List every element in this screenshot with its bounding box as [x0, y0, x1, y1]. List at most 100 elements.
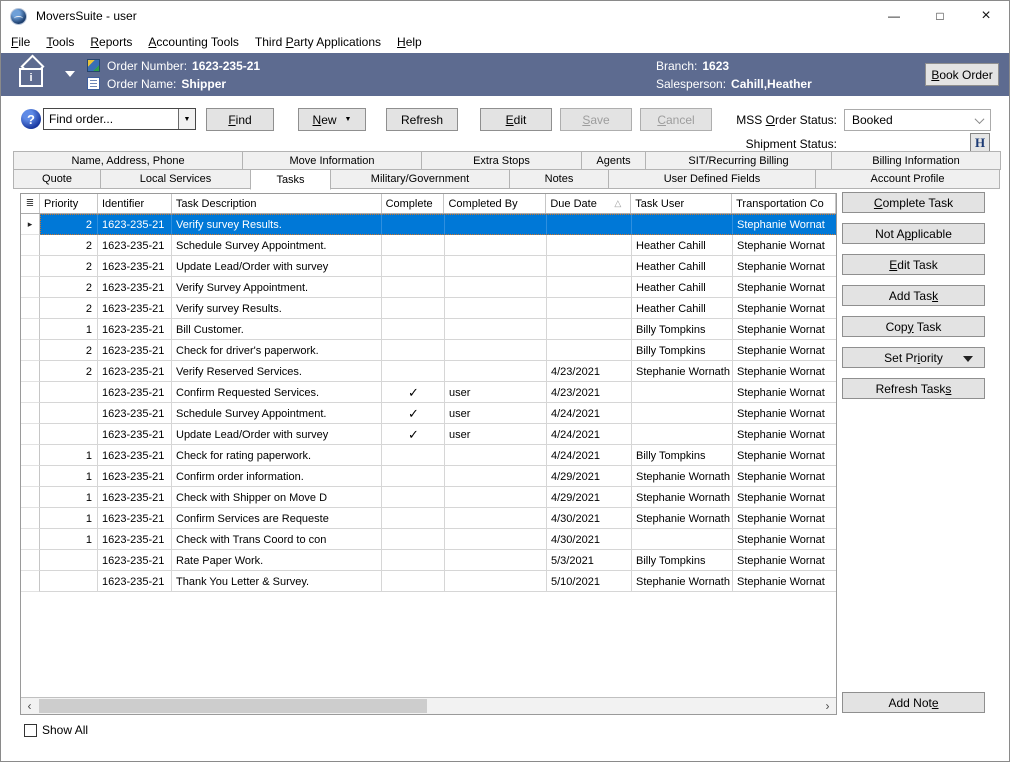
cell-completed-by[interactable]	[445, 466, 547, 487]
cell-task-user[interactable]	[632, 382, 733, 403]
column-header-due-date[interactable]: Due Date△	[546, 194, 631, 213]
cell-completed-by[interactable]	[445, 361, 547, 382]
maximize-button[interactable]: □	[917, 1, 963, 31]
cell-due-date[interactable]	[547, 298, 632, 319]
row-selector[interactable]	[21, 403, 40, 424]
cell-description[interactable]: Confirm Services are Requeste	[172, 508, 382, 529]
cell-task-user[interactable]	[632, 424, 733, 445]
cell-priority[interactable]	[40, 550, 98, 571]
cell-completed-by[interactable]	[445, 340, 547, 361]
cell-completed-by[interactable]	[445, 445, 547, 466]
cell-priority[interactable]: 2	[40, 235, 98, 256]
cell-description[interactable]: Update Lead/Order with survey	[172, 424, 382, 445]
menu-file[interactable]: File	[3, 32, 38, 52]
cell-completed-by[interactable]	[445, 277, 547, 298]
cell-completed-by[interactable]	[445, 487, 547, 508]
table-row[interactable]: 21623-235-21Check for driver's paperwork…	[21, 340, 836, 361]
set-priority-dropdown-icon[interactable]	[963, 356, 973, 362]
tab-notes[interactable]: Notes	[509, 169, 609, 189]
new-button[interactable]: New ▼	[298, 108, 366, 131]
cell-transportation[interactable]: Stephanie Wornat	[733, 445, 837, 466]
cell-description[interactable]: Confirm order information.	[172, 466, 382, 487]
cell-task-user[interactable]: Stephanie Wornath	[632, 508, 733, 529]
cell-description[interactable]: Schedule Survey Appointment.	[172, 403, 382, 424]
tab-name-address-phone[interactable]: Name, Address, Phone	[13, 151, 243, 170]
cell-task-user[interactable]: Heather Cahill	[632, 277, 733, 298]
add-note-button[interactable]: Add Note	[842, 692, 985, 713]
row-selector[interactable]	[21, 529, 40, 550]
cell-identifier[interactable]: 1623-235-21	[98, 424, 172, 445]
cell-task-user[interactable]: Billy Tompkins	[632, 319, 733, 340]
cell-due-date[interactable]	[547, 319, 632, 340]
not-applicable-button[interactable]: Not Applicable	[842, 223, 985, 244]
cell-identifier[interactable]: 1623-235-21	[98, 277, 172, 298]
column-header-complete[interactable]: Complete	[382, 194, 445, 213]
cell-description[interactable]: Verify Survey Appointment.	[172, 277, 382, 298]
cell-description[interactable]: Verify survey Results.	[172, 298, 382, 319]
cell-transportation[interactable]: Stephanie Wornat	[733, 571, 837, 592]
row-selector[interactable]	[21, 550, 40, 571]
table-row[interactable]: 1623-235-21Schedule Survey Appointment.✓…	[21, 403, 836, 424]
cell-task-user[interactable]: Billy Tompkins	[632, 445, 733, 466]
cell-completed-by[interactable]	[445, 235, 547, 256]
cell-complete[interactable]	[382, 550, 445, 571]
column-header-completed-by[interactable]: Completed By	[444, 194, 546, 213]
cell-priority[interactable]: 1	[40, 466, 98, 487]
column-header-identifier[interactable]: Identifier	[98, 194, 172, 213]
set-priority-button[interactable]: Set Priority	[842, 347, 985, 368]
row-selector[interactable]	[21, 298, 40, 319]
row-selector[interactable]	[21, 256, 40, 277]
cell-due-date[interactable]: 4/29/2021	[547, 466, 632, 487]
cell-due-date[interactable]	[547, 235, 632, 256]
scroll-left-icon[interactable]: ‹	[21, 698, 38, 714]
cell-due-date[interactable]: 4/24/2021	[547, 403, 632, 424]
row-selector[interactable]	[21, 445, 40, 466]
column-header-task-description[interactable]: Task Description	[172, 194, 382, 213]
column-header-priority[interactable]: Priority	[40, 194, 98, 213]
cell-transportation[interactable]: Stephanie Wornat	[733, 361, 837, 382]
tab-user-defined-fields[interactable]: User Defined Fields	[608, 169, 816, 189]
close-button[interactable]: ×	[963, 1, 1009, 31]
cell-description[interactable]: Schedule Survey Appointment.	[172, 235, 382, 256]
cell-identifier[interactable]: 1623-235-21	[98, 550, 172, 571]
cell-completed-by[interactable]	[445, 529, 547, 550]
complete-task-button[interactable]: Complete Task	[842, 192, 985, 213]
cell-complete[interactable]	[382, 256, 445, 277]
cell-task-user[interactable]: Stephanie Wornath	[632, 361, 733, 382]
cell-transportation[interactable]: Stephanie Wornat	[733, 256, 837, 277]
tab-quote[interactable]: Quote	[13, 169, 101, 189]
cell-complete[interactable]	[382, 277, 445, 298]
cell-due-date[interactable]: 4/24/2021	[547, 445, 632, 466]
menu-accounting-tools[interactable]: Accounting Tools	[140, 32, 247, 52]
cell-due-date[interactable]: 4/24/2021	[547, 424, 632, 445]
column-header-transportation-co[interactable]: Transportation Co	[732, 194, 836, 213]
cell-due-date[interactable]: 4/29/2021	[547, 487, 632, 508]
cell-description[interactable]: Bill Customer.	[172, 319, 382, 340]
cell-identifier[interactable]: 1623-235-21	[98, 403, 172, 424]
cell-transportation[interactable]: Stephanie Wornat	[733, 382, 837, 403]
cell-description[interactable]: Update Lead/Order with survey	[172, 256, 382, 277]
menu-reports[interactable]: Reports	[82, 32, 140, 52]
cell-priority[interactable]	[40, 571, 98, 592]
menu-third-party-applications[interactable]: Third Party Applications	[247, 32, 389, 52]
cell-transportation[interactable]: Stephanie Wornat	[733, 487, 837, 508]
row-selector[interactable]	[21, 487, 40, 508]
cell-priority[interactable]: 1	[40, 529, 98, 550]
cell-task-user[interactable]	[632, 403, 733, 424]
cell-completed-by[interactable]	[445, 319, 547, 340]
book-order-button[interactable]: Book Order	[925, 63, 999, 86]
cell-identifier[interactable]: 1623-235-21	[98, 214, 172, 235]
cell-description[interactable]: Check with Trans Coord to con	[172, 529, 382, 550]
cell-complete[interactable]	[382, 487, 445, 508]
edit-button[interactable]: Edit	[480, 108, 552, 131]
table-row[interactable]: 21623-235-21Verify Survey Appointment. He…	[21, 277, 836, 298]
cell-due-date[interactable]: 4/23/2021	[547, 361, 632, 382]
cell-description[interactable]: Check for rating paperwork.	[172, 445, 382, 466]
cell-complete[interactable]	[382, 529, 445, 550]
cell-complete[interactable]	[382, 319, 445, 340]
cell-priority[interactable]: 2	[40, 277, 98, 298]
cell-complete[interactable]	[382, 445, 445, 466]
cell-completed-by[interactable]	[445, 298, 547, 319]
horizontal-scrollbar[interactable]: ‹ ›	[21, 697, 836, 714]
table-row[interactable]: 21623-235-21Schedule Survey Appointment.…	[21, 235, 836, 256]
